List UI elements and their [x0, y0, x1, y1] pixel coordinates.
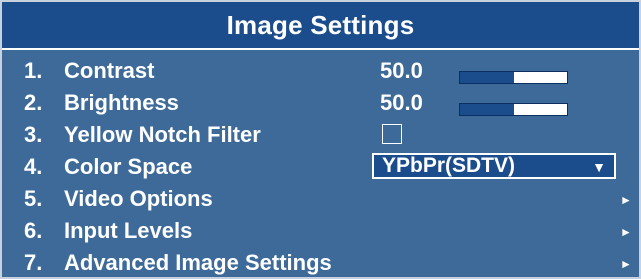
brightness-slider-fill: [460, 104, 514, 115]
brightness-slider[interactable]: [459, 103, 568, 116]
menu-item-label: Video Options: [64, 186, 213, 211]
menu-item-label: Yellow Notch Filter: [64, 122, 261, 147]
triangle-right-icon: ►: [620, 225, 632, 239]
menu-item-label: Input Levels: [64, 218, 193, 243]
triangle-right-icon: ►: [620, 193, 632, 207]
menu-item-label: Brightness: [64, 90, 179, 115]
contrast-value: 50.0: [380, 58, 423, 83]
menu-item-advanced-image-settings[interactable]: 7. Advanced Image Settings ►: [2, 246, 639, 278]
menu-item-contrast[interactable]: 1. Contrast 50.0: [2, 54, 639, 86]
triangle-right-icon: ►: [620, 257, 632, 271]
menu-item-brightness[interactable]: 2. Brightness 50.0: [2, 86, 639, 118]
menu-item-number: 4.: [24, 154, 43, 179]
menu-item-label: Color Space: [64, 154, 193, 179]
window-title: Image Settings: [2, 2, 639, 50]
menu-item-label: Contrast: [64, 58, 155, 83]
menu-item-number: 3.: [24, 122, 43, 147]
menu-item-number: 6.: [24, 218, 43, 243]
color-space-selected-value: YPbPr(SDTV): [382, 154, 516, 177]
menu-item-number: 7.: [24, 250, 43, 275]
image-settings-window: Image Settings 1. Contrast 50.0 2. Brigh…: [0, 0, 641, 279]
menu-item-number: 1.: [24, 58, 43, 83]
menu-list: 1. Contrast 50.0 2. Brightness 50.0 3. Y…: [2, 54, 639, 278]
brightness-value: 50.0: [380, 90, 423, 115]
menu-item-number: 2.: [24, 90, 43, 115]
color-space-dropdown[interactable]: YPbPr(SDTV) ▼: [372, 153, 616, 179]
contrast-slider-fill: [460, 72, 514, 83]
menu-item-yellow-notch-filter[interactable]: 3. Yellow Notch Filter: [2, 118, 639, 150]
menu-item-number: 5.: [24, 186, 43, 211]
contrast-slider[interactable]: [459, 71, 568, 84]
triangle-down-icon: ▼: [592, 159, 606, 175]
menu-item-input-levels[interactable]: 6. Input Levels ►: [2, 214, 639, 246]
menu-item-label: Advanced Image Settings: [64, 250, 332, 275]
yellow-notch-filter-checkbox[interactable]: [382, 124, 402, 144]
menu-item-video-options[interactable]: 5. Video Options ►: [2, 182, 639, 214]
menu-item-color-space[interactable]: 4. Color Space YPbPr(SDTV) ▼: [2, 150, 639, 182]
